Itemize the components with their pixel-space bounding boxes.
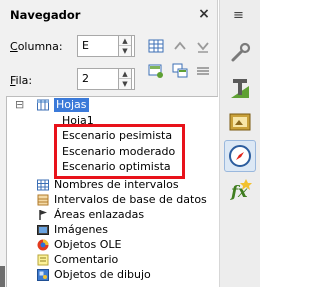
data-range-icon[interactable]	[148, 38, 164, 54]
drawing-objects-icon	[37, 269, 49, 281]
collapse-toggle[interactable]: ⊟	[15, 98, 24, 112]
panel-title: Navegador	[10, 8, 81, 22]
database-ranges-icon	[37, 194, 49, 206]
functions-icon[interactable]: fx	[227, 176, 253, 202]
linked-areas-icon	[39, 210, 47, 220]
tree-category[interactable]: Áreas enlazadas	[54, 208, 144, 222]
sidebar-tabbar: ≡ fx	[219, 0, 260, 287]
navigator-title-bar: Navegador ×	[0, 0, 218, 30]
ole-objects-icon	[37, 239, 49, 251]
contents-icon[interactable]	[148, 63, 164, 79]
images-icon	[37, 225, 49, 235]
navigator-tab[interactable]	[224, 140, 256, 172]
tree-category[interactable]: Comentario	[54, 253, 118, 267]
tree-root-sheets[interactable]: Hojas	[54, 98, 89, 112]
close-button[interactable]: ×	[195, 5, 213, 23]
tree-category[interactable]: Objetos de dibujo	[54, 268, 151, 282]
tree-category[interactable]: Intervalos de base de datos	[54, 193, 207, 207]
sheets-icon	[37, 99, 49, 111]
comment-icon	[37, 254, 49, 266]
styles-icon[interactable]	[227, 76, 253, 102]
end-icon[interactable]	[195, 38, 211, 54]
row-label: Fila:	[10, 74, 33, 87]
column-label: Columna:	[10, 40, 63, 53]
navigator-panel: Navegador × Columna: E ▲▼ Fila: 2 ▲▼ ⊟	[0, 0, 218, 287]
menu-icon[interactable]: ≡	[233, 8, 244, 23]
highlight-box	[54, 124, 185, 179]
scenarios-icon[interactable]	[195, 63, 211, 79]
navigator-icon	[229, 145, 251, 167]
tree-category[interactable]: Objetos OLE	[54, 238, 121, 252]
gallery-icon[interactable]	[227, 108, 253, 134]
collapse-handle[interactable]	[0, 266, 5, 287]
properties-icon[interactable]	[227, 40, 253, 66]
row-spinner[interactable]: ▲ ▼	[118, 68, 132, 90]
tree-category[interactable]: Nombres de intervalos	[54, 178, 179, 192]
range-names-icon	[37, 179, 49, 191]
start-icon[interactable]	[172, 38, 188, 54]
tree-category[interactable]: Imágenes	[54, 223, 108, 237]
column-spinner[interactable]: ▲ ▼	[118, 35, 132, 57]
toggle-icon[interactable]	[172, 63, 188, 79]
